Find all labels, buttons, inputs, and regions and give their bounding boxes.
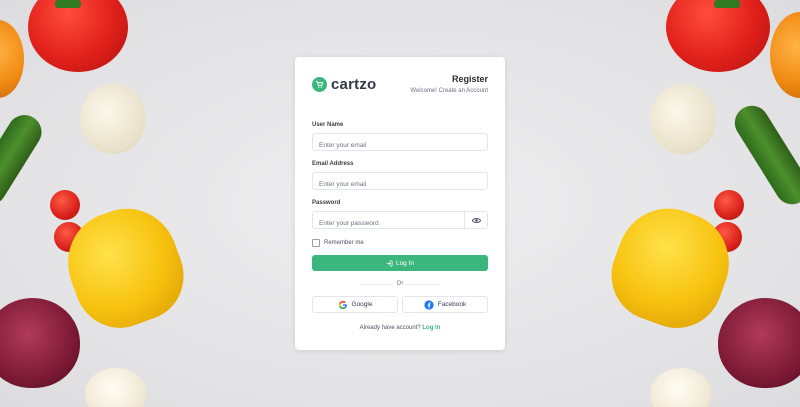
login-prompt: Already have account? Log In	[312, 325, 488, 331]
google-icon	[338, 300, 348, 310]
tomato	[28, 0, 128, 72]
remember-me-label: Remember me	[324, 239, 364, 246]
red-onion	[0, 298, 80, 388]
login-button[interactable]: Log In	[312, 255, 488, 271]
cherry-tomato	[714, 190, 744, 220]
facebook-label: Facebook	[437, 301, 467, 308]
cherry-tomato	[50, 190, 80, 220]
username-input[interactable]	[313, 137, 487, 154]
orange-vegetable	[0, 20, 24, 98]
divider-line	[400, 284, 440, 285]
email-label: Email Address	[312, 161, 354, 167]
cucumber	[0, 108, 48, 212]
card-header: cartzo Register Welcome! Create an Accou…	[312, 57, 488, 113]
register-card: cartzo Register Welcome! Create an Accou…	[295, 57, 505, 350]
tomato-stem	[714, 0, 740, 8]
login-prompt-text: Already have account?	[359, 325, 421, 331]
show-password-button[interactable]	[464, 212, 487, 228]
email-input[interactable]	[313, 176, 487, 193]
page-title: Register	[451, 74, 488, 84]
google-label: Google	[351, 301, 373, 308]
login-button-label: Log In	[395, 259, 415, 267]
eye-icon	[471, 217, 481, 224]
facebook-icon	[424, 299, 434, 310]
brand-logo[interactable]: cartzo	[312, 76, 376, 93]
google-login-button[interactable]: Google	[312, 296, 398, 313]
tomato-stem	[55, 0, 81, 8]
remember-me-row: Remember me	[312, 238, 488, 247]
cart-icon	[312, 77, 327, 92]
brand-name: cartzo	[331, 76, 377, 93]
remember-me-checkbox[interactable]	[312, 238, 320, 247]
red-onion	[718, 298, 800, 388]
facebook-login-button[interactable]: Facebook	[402, 296, 488, 313]
social-login-row: Google Facebook	[312, 296, 488, 313]
tomato	[666, 0, 770, 72]
yellow-pepper	[53, 194, 197, 341]
password-input[interactable]	[313, 215, 463, 232]
email-field-wrapper	[312, 172, 488, 193]
password-label: Password	[312, 200, 341, 206]
turnip	[80, 84, 146, 154]
garlic	[650, 368, 712, 407]
username-field-wrapper	[312, 133, 488, 154]
turnip	[650, 84, 716, 154]
or-divider: Or	[312, 280, 488, 288]
page-subtitle: Welcome! Create an Account	[410, 88, 488, 94]
garlic	[85, 368, 147, 407]
orange-vegetable	[770, 12, 800, 98]
login-icon	[386, 260, 393, 267]
username-label: User Name	[312, 122, 344, 128]
login-link[interactable]: Log In	[422, 325, 440, 331]
password-field-wrapper	[312, 211, 488, 232]
